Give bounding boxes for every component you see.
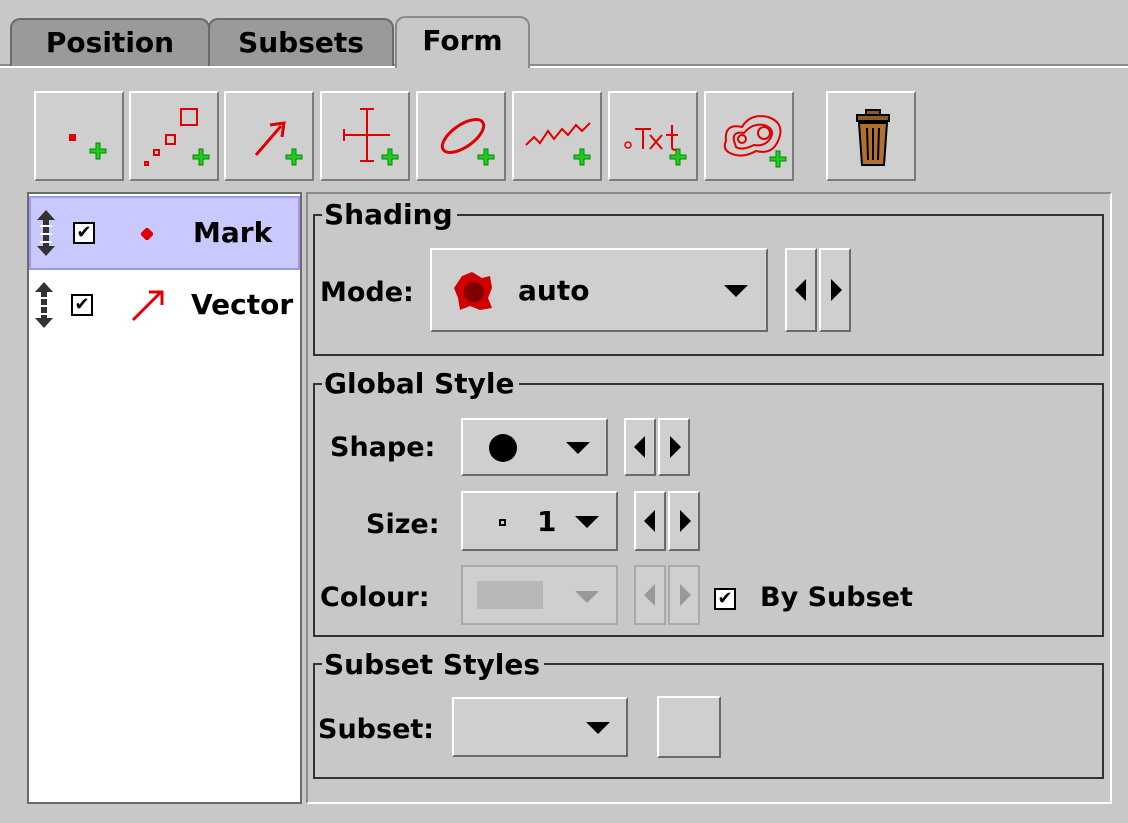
- add-error-icon: [343, 108, 399, 166]
- mode-next-button[interactable]: [819, 248, 851, 332]
- right-arrow-icon: [831, 279, 842, 301]
- subset-label: Subset:: [318, 714, 435, 745]
- add-contour-icon: [723, 115, 787, 168]
- add-vector-button[interactable]: [224, 91, 314, 181]
- filled-circle-icon: [489, 434, 517, 462]
- add-line-icon: [525, 122, 591, 166]
- colour-next-button[interactable]: [668, 565, 700, 625]
- tab-subsets[interactable]: Subsets: [208, 18, 394, 66]
- subset-styles-title: Subset Styles: [322, 650, 544, 680]
- colour-swatch: [477, 581, 543, 609]
- tab-position[interactable]: Position: [10, 18, 210, 66]
- size-select[interactable]: 1: [461, 491, 618, 551]
- add-ellipse-button[interactable]: [416, 91, 506, 181]
- add-size-button[interactable]: [129, 91, 219, 181]
- colour-prev-button[interactable]: [634, 565, 666, 625]
- vector-arrow-icon: [131, 290, 164, 322]
- add-mark-button[interactable]: [34, 91, 124, 181]
- right-arrow-icon: [680, 510, 691, 532]
- layer-label: Mark: [193, 216, 273, 249]
- add-text-button[interactable]: [608, 91, 698, 181]
- tab-subsets-label: Subsets: [238, 26, 364, 59]
- delete-layer-button[interactable]: [826, 91, 916, 181]
- size-prev-button[interactable]: [634, 491, 666, 551]
- mode-prev-button[interactable]: [785, 248, 817, 332]
- add-mark-icon: [69, 134, 107, 160]
- dropdown-arrow-icon: [724, 285, 748, 297]
- tab-form-label: Form: [422, 24, 503, 57]
- layer-visible-checkbox[interactable]: ✔: [71, 294, 93, 316]
- subset-select[interactable]: [452, 697, 628, 757]
- left-arrow-icon: [644, 584, 655, 606]
- left-arrow-icon: [634, 436, 645, 458]
- colour-select[interactable]: [461, 565, 618, 625]
- size-value: 1: [537, 505, 557, 538]
- trash-icon: [856, 109, 890, 166]
- mode-value: auto: [518, 274, 590, 307]
- shape-prev-button[interactable]: [624, 418, 656, 476]
- add-error-button[interactable]: [320, 91, 410, 181]
- mode-select[interactable]: auto: [430, 248, 768, 332]
- layer-label: Vector: [191, 288, 294, 321]
- add-text-icon: [624, 125, 687, 166]
- size-next-button[interactable]: [668, 491, 700, 551]
- dropdown-arrow-icon: [566, 442, 590, 454]
- add-line-button[interactable]: [512, 91, 602, 181]
- tab-form[interactable]: Form: [395, 16, 530, 68]
- by-subset-checkbox[interactable]: ✔: [714, 588, 736, 610]
- left-arrow-icon: [795, 279, 806, 301]
- add-vector-icon: [254, 121, 303, 166]
- dropdown-arrow-icon: [575, 516, 599, 528]
- layer-item-mark[interactable]: ✔ Mark: [29, 196, 300, 270]
- auto-shading-icon: [454, 272, 492, 310]
- drag-handle-icon[interactable]: [33, 282, 55, 328]
- shape-next-button[interactable]: [658, 418, 690, 476]
- layer-visible-checkbox[interactable]: ✔: [73, 222, 95, 244]
- global-style-title: Global Style: [322, 369, 519, 399]
- size-label: Size:: [366, 509, 440, 540]
- right-arrow-icon: [680, 584, 691, 606]
- mode-stepper[interactable]: [785, 248, 851, 332]
- shading-title: Shading: [322, 200, 457, 230]
- add-size-icon: [144, 108, 210, 166]
- size-stepper[interactable]: [634, 491, 700, 551]
- add-ellipse-icon: [440, 118, 495, 166]
- tab-position-label: Position: [45, 26, 175, 59]
- dropdown-arrow-icon: [575, 591, 599, 603]
- layer-item-vector[interactable]: ✔ Vector: [29, 270, 300, 344]
- subset-style-button[interactable]: [657, 696, 721, 758]
- add-contour-button[interactable]: [704, 91, 794, 181]
- shape-stepper[interactable]: [624, 418, 692, 476]
- left-arrow-icon: [644, 510, 655, 532]
- dropdown-arrow-icon: [586, 722, 610, 734]
- colour-label: Colour:: [320, 582, 430, 613]
- right-arrow-icon: [670, 436, 681, 458]
- by-subset-label: By Subset: [760, 582, 913, 613]
- shape-label: Shape:: [330, 432, 436, 463]
- size-dot-icon: [499, 519, 506, 526]
- mode-label: Mode:: [320, 277, 414, 308]
- layer-list[interactable]: ✔ Mark ✔ Vector: [27, 192, 302, 804]
- mark-dot-icon: [141, 228, 153, 240]
- drag-handle-icon[interactable]: [35, 210, 57, 256]
- colour-stepper[interactable]: [634, 565, 700, 625]
- shape-select[interactable]: [461, 418, 608, 476]
